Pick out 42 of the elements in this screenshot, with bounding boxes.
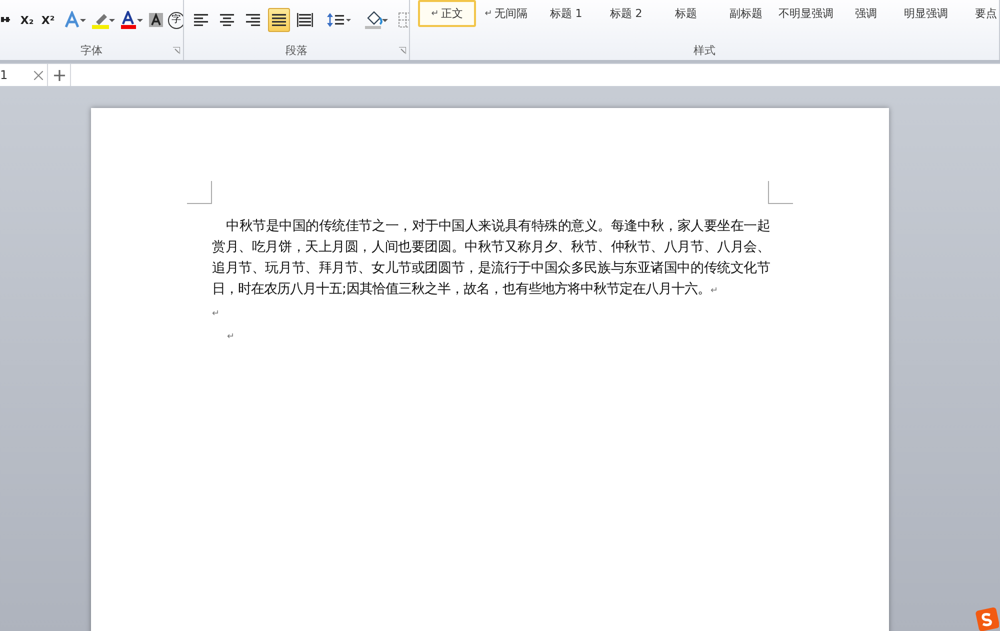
fontcolor-button[interactable]: [119, 9, 144, 31]
document-tab[interactable]: 1: [0, 64, 48, 86]
paragraph-mark: ↵: [227, 332, 235, 342]
group-label: 字体: [80, 42, 102, 58]
crop-mark: [187, 181, 212, 204]
crop-mark: [768, 181, 793, 204]
group-label: 段落: [286, 42, 308, 58]
align-right-icon: [246, 14, 260, 26]
style-item[interactable]: 标题: [656, 0, 716, 27]
dialog-launcher-icon[interactable]: [399, 47, 406, 54]
style-item[interactable]: ↵ 无间隔: [476, 0, 536, 27]
input-method-icon[interactable]: [975, 607, 999, 631]
paragraph-mark: ↵: [484, 8, 492, 18]
paragraph-mark: ↵: [431, 8, 439, 18]
font-color-icon: [120, 11, 143, 29]
style-item[interactable]: 不明显强调: [776, 0, 836, 27]
superscript-button[interactable]: X²: [39, 9, 57, 31]
paragraph-mark: ↵: [212, 309, 220, 319]
style-item[interactable]: 标题 1: [536, 0, 596, 27]
style-item[interactable]: ↵ 正文: [418, 0, 476, 27]
add-icon[interactable]: [54, 70, 64, 80]
style-item[interactable]: 强调: [836, 0, 896, 27]
subscript-button[interactable]: X₂: [18, 9, 36, 31]
group-label: 样式: [694, 42, 716, 58]
body-text: 中秋节是中国的传统佳节之一，对于中国人来说具有特殊的意义。每逢中秋，家人要坐在一起赏月、吃月饼，天上月圆，人间也要团圆。中秋节又称月夕、秋节、仲秋节、八月节、八月会、追月节、玩月节、拜月节、女儿节或团圆节，是流行于中国众多民族与东亚诸国中的传统文化节日，时在农历八月十五;因其恰值三秋之半，故名，也有些地方将中秋节定在八月十六。↵: [212, 219, 770, 297]
align-center-icon: [220, 14, 234, 26]
text-effects-icon: [64, 11, 86, 29]
style-item[interactable]: 标题 2: [596, 0, 656, 27]
enclose-character-button[interactable]: 字: [168, 12, 183, 28]
justify-button[interactable]: [268, 8, 290, 32]
style-item[interactable]: 要点: [956, 0, 999, 27]
align-left-icon: [194, 14, 208, 26]
paint-bucket-icon: [365, 11, 388, 29]
dialog-launcher-icon[interactable]: [173, 47, 180, 54]
distributed-icon: [297, 13, 313, 27]
highlighter-icon: [91, 11, 115, 29]
character-shading-icon: [149, 13, 163, 27]
close-icon[interactable]: [34, 70, 43, 80]
style-item[interactable]: 明显强调: [896, 0, 956, 27]
justify-icon: [272, 14, 286, 26]
line-spacing-icon: [327, 12, 351, 28]
style-item[interactable]: 副标题: [716, 0, 776, 27]
